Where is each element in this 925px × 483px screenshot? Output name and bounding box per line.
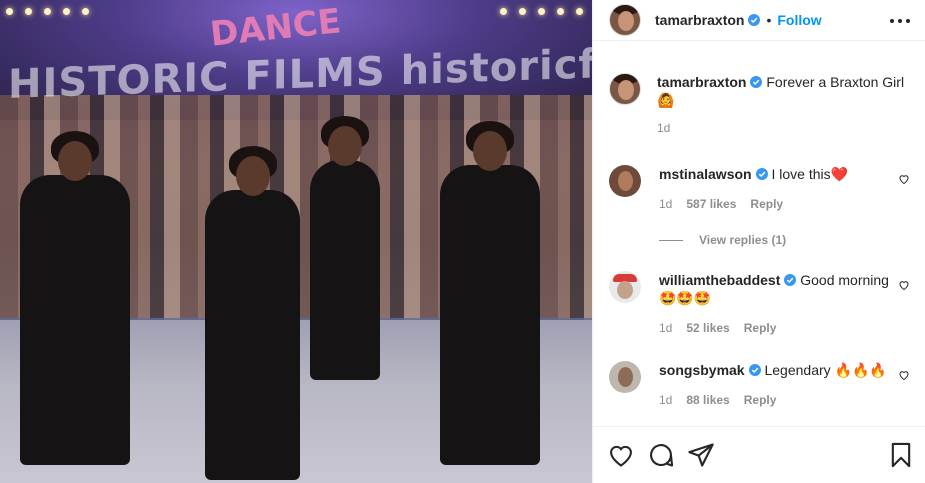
comment-avatar[interactable] [609, 361, 641, 393]
comment-likes[interactable]: 587 likes [686, 195, 736, 213]
comment-row: songsbymak Legendary 🔥🔥🔥 1d 88 likes Rep… [609, 361, 910, 409]
comment-row: williamthebaddest Good morning 🤩🤩🤩 1d 52… [609, 271, 910, 337]
comment-icon[interactable] [647, 441, 675, 469]
header-separator: • [766, 12, 772, 28]
comment-username[interactable]: mstinalawson [659, 166, 752, 182]
comment-time[interactable]: 1d [659, 195, 672, 213]
verified-badge-icon [748, 14, 761, 26]
post-action-bar [593, 426, 925, 483]
post-header: tamarbraxton • Follow [593, 0, 925, 41]
reply-button[interactable]: Reply [750, 195, 783, 213]
dancer-center [205, 146, 300, 480]
verified-badge-icon [784, 274, 797, 286]
replies-divider [659, 239, 683, 241]
comment-likes[interactable]: 88 likes [686, 391, 729, 409]
comment-time[interactable]: 1d [659, 319, 672, 337]
view-replies-label: View replies (1) [699, 233, 787, 247]
comment-likes[interactable]: 52 likes [686, 319, 729, 337]
comments-list: tamarbraxton Forever a Braxton Girl 🙆 1d… [593, 41, 925, 426]
heart-outline-icon[interactable] [898, 279, 910, 291]
comment-avatar[interactable] [609, 271, 641, 303]
follow-button[interactable]: Follow [777, 12, 821, 28]
comment-text: Legendary 🔥🔥🔥 [764, 362, 887, 378]
caption-emoji: 🙆 [657, 92, 675, 108]
view-replies-button[interactable]: View replies (1) [659, 233, 786, 247]
caption-row: tamarbraxton Forever a Braxton Girl 🙆 1d [609, 73, 910, 137]
dancer-right [440, 121, 540, 465]
dancer-left [20, 131, 130, 465]
share-icon[interactable] [687, 441, 715, 469]
comment-username[interactable]: williamthebaddest [659, 272, 780, 288]
heart-outline-icon[interactable] [898, 173, 910, 185]
like-heart-icon[interactable] [607, 441, 635, 469]
reply-button[interactable]: Reply [744, 319, 777, 337]
post-sidebar: tamarbraxton • Follow tamarbraxton Forev… [592, 0, 925, 483]
caption-time[interactable]: 1d [657, 119, 670, 137]
caption-text: Forever a Braxton Girl [766, 74, 905, 90]
author-avatar[interactable] [609, 4, 641, 36]
stage-lights-left [6, 8, 89, 48]
verified-badge-icon [750, 76, 763, 88]
comment-text: I love this❤️ [771, 166, 849, 182]
dancer-back [310, 116, 380, 380]
comment-time[interactable]: 1d [659, 391, 672, 409]
reply-button[interactable]: Reply [744, 391, 777, 409]
more-options-icon[interactable] [890, 13, 910, 29]
heart-outline-icon[interactable] [898, 369, 910, 381]
comment-avatar[interactable] [609, 165, 641, 197]
comment-row: mstinalawson I love this❤️ 1d 587 likes … [609, 165, 910, 213]
author-username[interactable]: tamarbraxton [655, 12, 744, 28]
verified-badge-icon [748, 364, 761, 376]
verified-badge-icon [755, 168, 768, 180]
caption-avatar[interactable] [609, 73, 641, 105]
post-media-video[interactable]: DANCE HISTORIC FILMS historicfilms.com [0, 0, 592, 483]
caption-username[interactable]: tamarbraxton [657, 74, 746, 90]
bookmark-icon[interactable] [887, 441, 915, 469]
comment-username[interactable]: songsbymak [659, 362, 745, 378]
